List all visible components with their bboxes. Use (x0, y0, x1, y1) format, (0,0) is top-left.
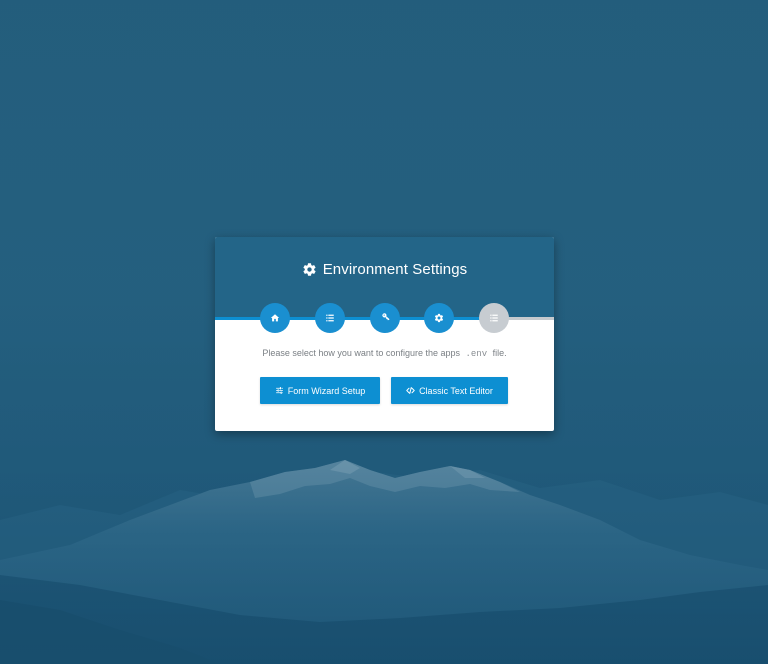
step-final[interactable] (479, 303, 509, 333)
home-icon (270, 314, 280, 322)
step-requirements[interactable] (315, 303, 345, 333)
prompt-suffix: file. (492, 348, 507, 358)
card-title: Environment Settings (215, 257, 554, 281)
form-wizard-setup-button[interactable]: Form Wizard Setup (260, 377, 380, 404)
card-title-text: Environment Settings (322, 260, 468, 278)
page-background: Environment Settings Please select how y… (0, 0, 768, 664)
classic-text-editor-button[interactable]: Classic Text Editor (391, 377, 508, 404)
prompt-text: Please select how you want to configure … (262, 348, 460, 358)
form-wizard-setup-label: Form Wizard Setup (287, 385, 366, 396)
key-icon (382, 313, 390, 321)
step-environment[interactable] (424, 303, 454, 333)
list-icon (490, 314, 498, 322)
gear-icon (302, 262, 317, 277)
step-home[interactable] (260, 303, 290, 333)
gear-icon (434, 313, 444, 323)
classic-text-editor-label: Classic Text Editor (419, 385, 493, 396)
env-filename: .env (465, 349, 488, 359)
sliders-icon (275, 386, 284, 395)
code-icon (406, 386, 415, 395)
configure-prompt: Please select how you want to configure … (215, 348, 554, 359)
environment-settings-card: Environment Settings Please select how y… (215, 237, 554, 431)
list-icon (326, 314, 334, 322)
step-permissions[interactable] (370, 303, 400, 333)
